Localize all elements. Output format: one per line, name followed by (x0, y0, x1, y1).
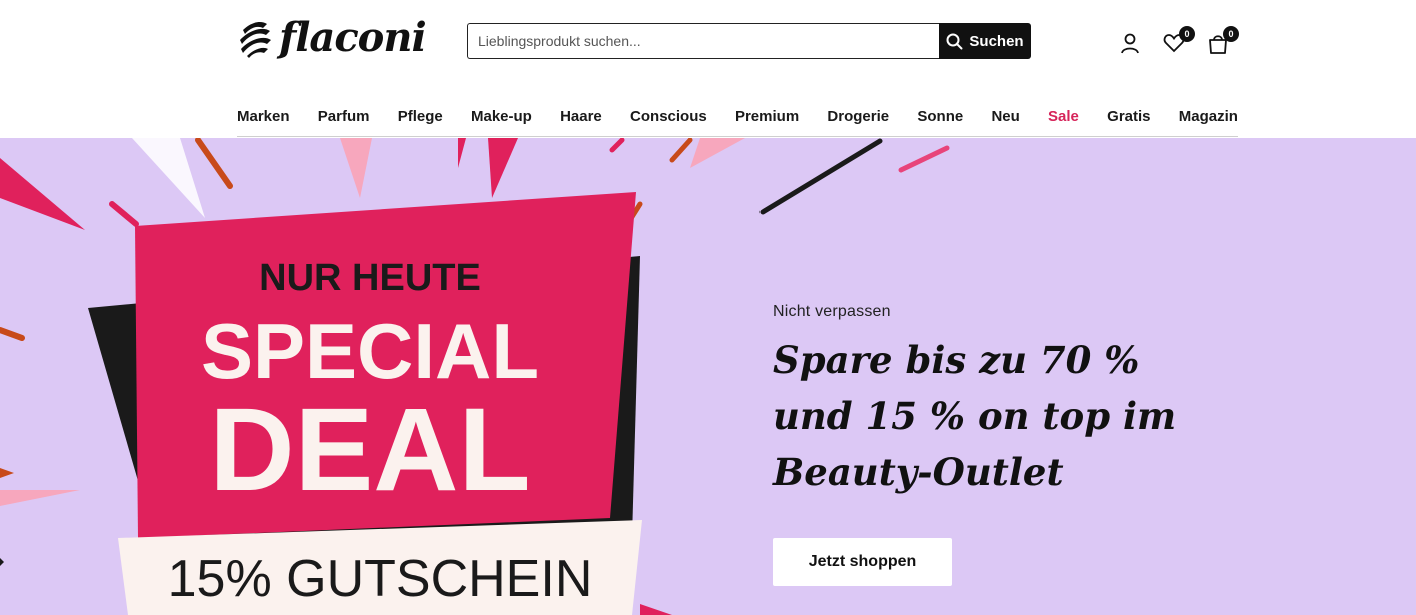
nav-item-conscious[interactable]: Conscious (630, 104, 707, 136)
decor-lines-right (760, 138, 950, 215)
hero-eyebrow: Nicht verpassen (773, 303, 891, 320)
shop-now-button[interactable]: Jetzt shoppen (773, 538, 952, 586)
search-button-label: Suchen (969, 32, 1024, 50)
badge-line-3: DEAL (209, 384, 530, 516)
nav-item-marken[interactable]: Marken (237, 104, 290, 136)
user-icon (1121, 33, 1139, 54)
search-icon (946, 33, 963, 49)
badge-line-2: SPECIAL (201, 307, 539, 395)
headline-line-1: Spare bis zu 70 % (773, 338, 1140, 382)
nav-item-premium[interactable]: Premium (735, 104, 799, 136)
search-bar: Suchen (467, 23, 1031, 59)
nav-item-gratis[interactable]: Gratis (1107, 104, 1150, 136)
badge-line-1: NUR HEUTE (259, 257, 481, 299)
nav-item-neu[interactable]: Neu (991, 104, 1019, 136)
voucher-text: 15% GUTSCHEIN (168, 550, 593, 608)
main-navigation: Marken Parfum Pflege Make-up Haare Consc… (237, 104, 1238, 137)
search-input[interactable] (467, 23, 939, 59)
search-button[interactable]: Suchen (939, 23, 1031, 59)
cart-count-badge: 0 (1223, 26, 1239, 42)
wishlist-count-badge: 0 (1179, 26, 1195, 42)
wishlist-button[interactable]: 0 (1161, 26, 1195, 56)
cart-button[interactable]: 0 (1205, 26, 1239, 56)
nav-item-drogerie[interactable]: Drogerie (827, 104, 889, 136)
brand-logo[interactable]: flaconi (237, 14, 427, 61)
hero-headline: Spare bis zu 70 % und 15 % on top im Bea… (773, 332, 1373, 500)
headline-line-3: Beauty-Outlet (773, 450, 1064, 494)
flaconi-logo-icon (240, 22, 271, 58)
nav-item-parfum[interactable]: Parfum (318, 104, 370, 136)
brand-name: flaconi (279, 14, 427, 61)
hero-banner[interactable]: NUR HEUTE SPECIAL DEAL 15% GUTSCHEIN Nic… (0, 138, 1416, 615)
special-deal-graphic: NUR HEUTE SPECIAL DEAL 15% GUTSCHEIN (0, 138, 760, 615)
headline-line-2: und 15 % on top im (773, 394, 1177, 438)
site-header: flaconi Suchen 0 0 Marken Parfu (0, 0, 1416, 138)
account-button[interactable] (1117, 30, 1143, 56)
nav-item-sonne[interactable]: Sonne (917, 104, 963, 136)
nav-item-make-up[interactable]: Make-up (471, 104, 532, 136)
nav-item-pflege[interactable]: Pflege (398, 104, 443, 136)
nav-item-sale[interactable]: Sale (1048, 104, 1079, 136)
nav-item-haare[interactable]: Haare (560, 104, 602, 136)
nav-item-magazin[interactable]: Magazin (1179, 104, 1238, 136)
